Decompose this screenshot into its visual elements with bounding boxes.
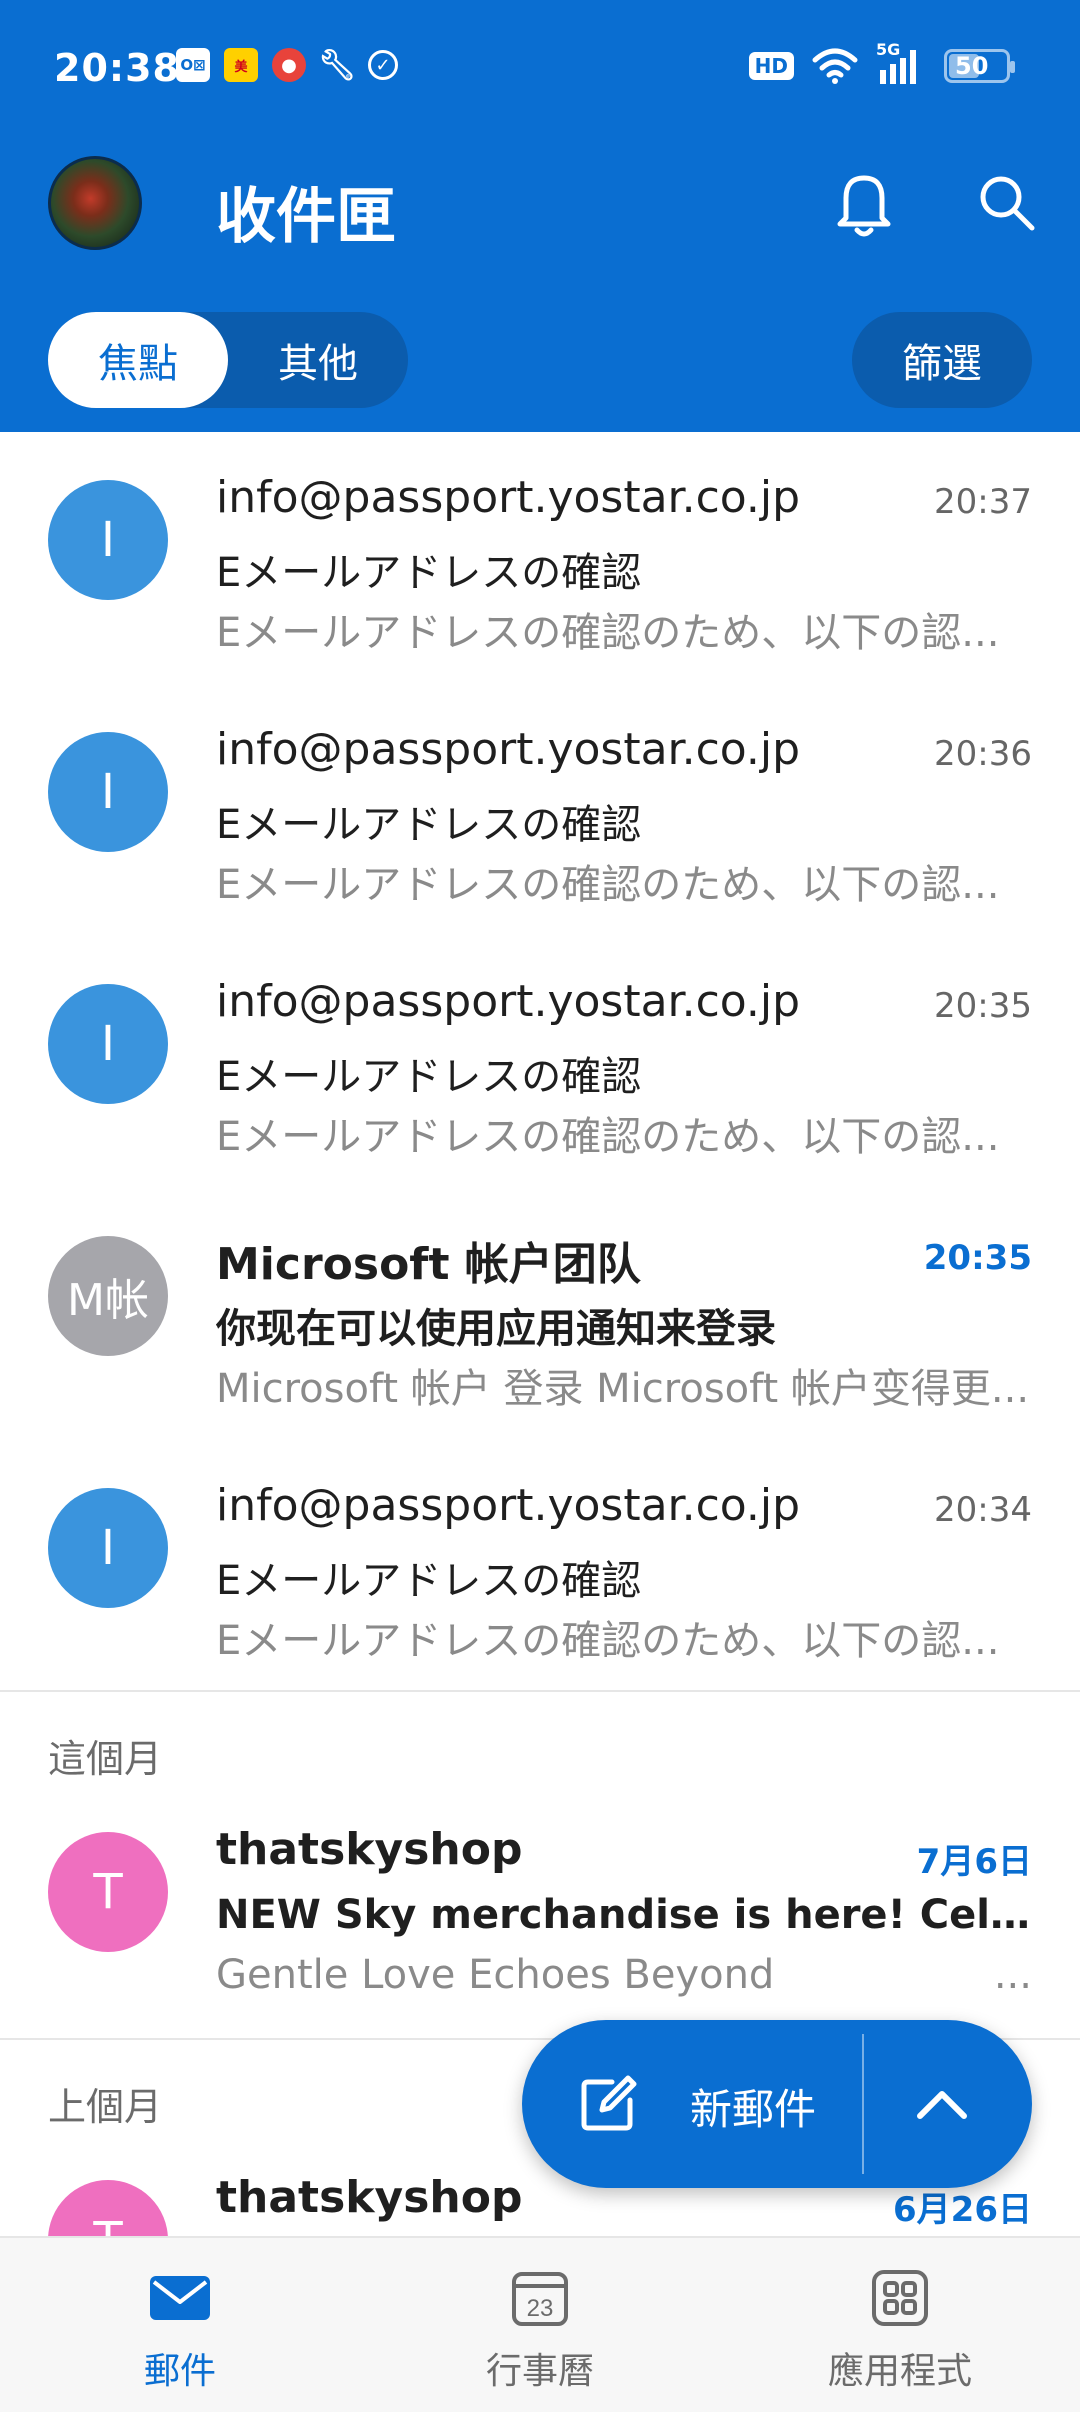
avatar: I — [48, 732, 168, 852]
sender: info@passport.yostar.co.jp — [216, 1480, 801, 1531]
mail-icon — [150, 2276, 210, 2320]
preview: Gentle Love Echoes Beyond — [216, 1952, 775, 1998]
nav-calendar-label: 行事曆 — [485, 2351, 594, 2392]
meituan-icon: 美 — [224, 48, 258, 82]
notification-icons: O⊠ 美 ● 🔧︎ ✓ — [176, 47, 398, 83]
list-item[interactable]: I info@passport.yostar.co.jp 20:35 Eメールア… — [0, 936, 1080, 1188]
wifi-icon — [812, 48, 858, 84]
compose-icon[interactable] — [578, 2074, 638, 2134]
bottom-nav: 郵件 23 行事曆 應用程式 — [0, 2236, 1080, 2412]
tab-other[interactable]: 其他 — [228, 312, 408, 408]
nav-mail-label: 郵件 — [143, 2351, 216, 2392]
subject: Eメールアドレスの確認 — [216, 550, 642, 596]
subject: Eメールアドレスの確認 — [216, 1054, 642, 1100]
signal-icon: 5G — [876, 40, 926, 86]
subject: Eメールアドレスの確認 — [216, 802, 642, 848]
avatar: T — [48, 1832, 168, 1952]
inbox-tabs: 焦點 其他 — [48, 312, 408, 408]
bell-icon[interactable] — [832, 168, 896, 238]
nav-mail[interactable]: 郵件 — [0, 2238, 360, 2412]
status-bar: 20:38 O⊠ 美 ● 🔧︎ ✓ HD 5G 50 — [0, 0, 1080, 140]
subject: NEW Sky merchandise is here! Celebrate .… — [216, 1892, 1032, 1938]
subject: 你现在可以使用应用通知来登录 — [216, 1306, 776, 1352]
nav-calendar[interactable]: 23 行事曆 — [360, 2238, 720, 2412]
sender: info@passport.yostar.co.jp — [216, 472, 801, 523]
new-mail-button[interactable]: 新郵件 — [690, 2076, 816, 2137]
check-icon: ✓ — [368, 50, 398, 80]
sender: Microsoft 帐户团队 — [216, 1239, 641, 1290]
outlook-icon: O⊠ — [176, 48, 210, 82]
fab-divider — [862, 2034, 864, 2174]
sender: thatskyshop — [216, 1824, 523, 1875]
received-time: 6月26日 — [893, 2190, 1032, 2230]
preview: Eメールアドレスの確認のため、以下の認... — [216, 1618, 1000, 1664]
received-time: 20:35 — [923, 1238, 1032, 1278]
list-item[interactable]: M帐 Microsoft 帐户团队 20:35 你现在可以使用应用通知来登录 M… — [0, 1188, 1080, 1440]
nav-apps-label: 應用程式 — [827, 2351, 972, 2392]
chevron-up-icon[interactable] — [910, 2072, 974, 2136]
divider — [0, 1690, 1080, 1692]
preview-ellipsis: ... — [993, 1952, 1032, 1998]
nav-apps[interactable]: 應用程式 — [720, 2238, 1080, 2412]
calendar-icon: 23 — [512, 2272, 568, 2326]
tab-focused[interactable]: 焦點 — [48, 312, 228, 408]
received-time: 20:36 — [934, 734, 1032, 774]
wrench-icon: 🔧︎ — [317, 47, 357, 83]
apps-icon — [872, 2270, 928, 2326]
hd-badge: HD — [748, 52, 794, 80]
section-header-this-month: 這個月 — [48, 1737, 163, 1781]
avatar: I — [48, 1488, 168, 1608]
preview: Eメールアドレスの確認のため、以下の認... — [216, 610, 1000, 656]
avatar: M帐 — [48, 1236, 168, 1356]
preview: Microsoft 帐户 登录 Microsoft 帐户变得更... — [216, 1366, 1030, 1412]
list-item[interactable]: I info@passport.yostar.co.jp 20:36 Eメールア… — [0, 684, 1080, 936]
battery-icon: 50 — [944, 49, 1015, 83]
received-time: 7月6日 — [916, 1842, 1032, 1882]
sender: info@passport.yostar.co.jp — [216, 724, 801, 775]
preview: Eメールアドレスの確認のため、以下の認... — [216, 862, 1000, 908]
avatar: I — [48, 984, 168, 1104]
avatar: I — [48, 480, 168, 600]
received-time: 20:37 — [934, 482, 1032, 522]
preview: Eメールアドレスの確認のため、以下の認... — [216, 1114, 1000, 1160]
received-time: 20:34 — [934, 1490, 1032, 1530]
sender: info@passport.yostar.co.jp — [216, 976, 801, 1027]
system-icons: HD 5G 50 — [748, 40, 1015, 86]
page-title: 收件匣 — [216, 182, 396, 252]
search-icon[interactable] — [976, 172, 1036, 232]
list-item[interactable]: I info@passport.yostar.co.jp 20:37 Eメールア… — [0, 432, 1080, 684]
list-item[interactable]: I info@passport.yostar.co.jp 20:34 Eメールア… — [0, 1440, 1080, 1692]
calendar-day: 23 — [527, 2295, 554, 2322]
list-item[interactable]: T thatskyshop 7月6日 NEW Sky merchandise i… — [0, 1784, 1080, 2036]
filter-button[interactable]: 篩選 — [852, 312, 1032, 408]
received-time: 20:35 — [934, 986, 1032, 1026]
subject: Eメールアドレスの確認 — [216, 1558, 642, 1604]
battery-level: 50 — [955, 52, 989, 80]
account-avatar[interactable] — [48, 156, 142, 250]
app-icon: ● — [272, 48, 306, 82]
avatar: T — [48, 2180, 168, 2236]
compose-fab: 新郵件 — [522, 2020, 1032, 2188]
app-header: 20:38 O⊠ 美 ● 🔧︎ ✓ HD 5G 50 收件匣 焦點 其他 篩選 — [0, 0, 1080, 432]
status-time: 20:38 — [54, 46, 180, 90]
section-header-last-month: 上個月 — [48, 2085, 163, 2129]
